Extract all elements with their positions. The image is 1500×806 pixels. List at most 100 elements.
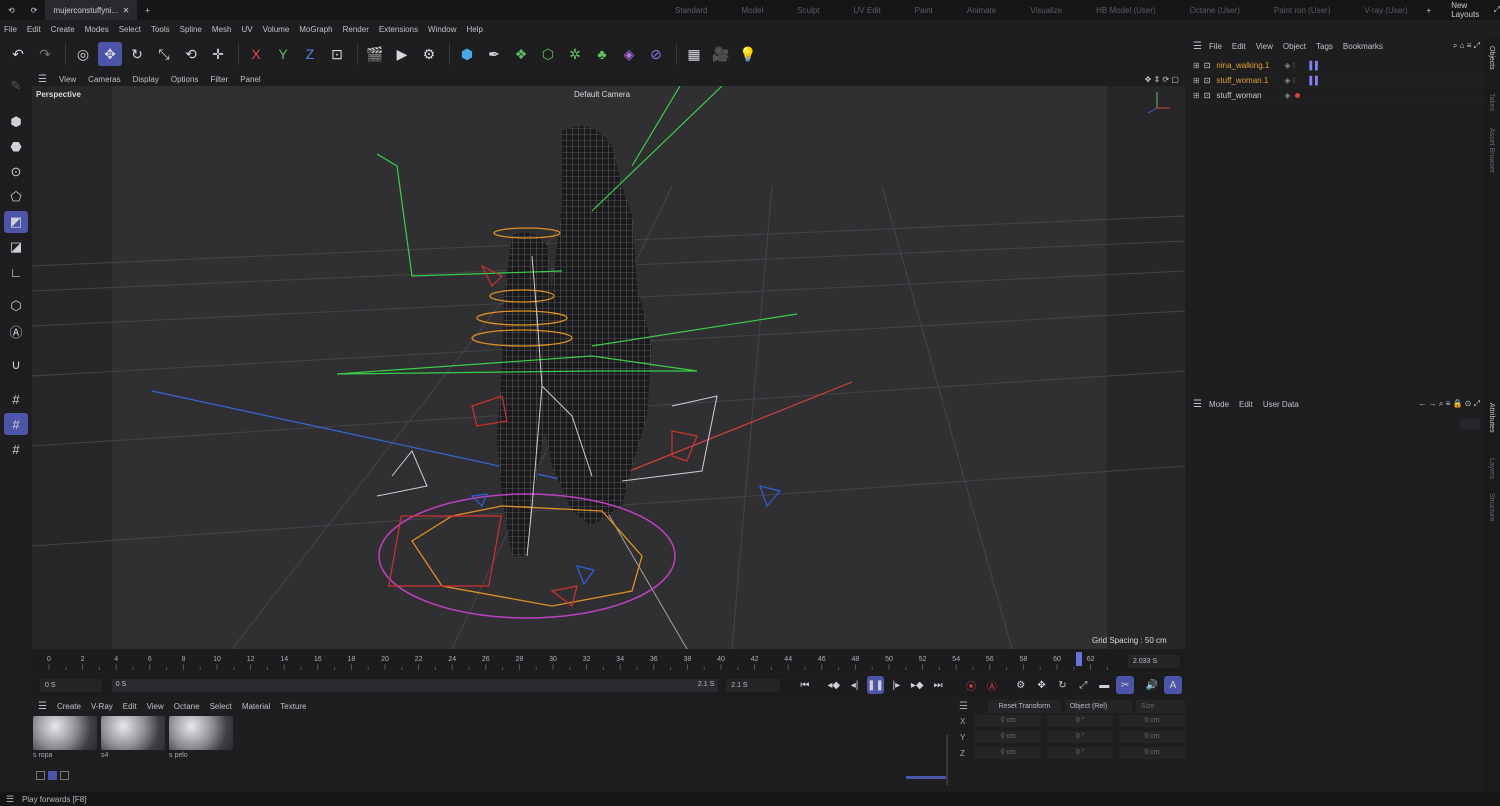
- visibility-icon[interactable]: ◈ ⁝: [1284, 76, 1295, 85]
- add-tab-icon[interactable]: +: [137, 0, 158, 20]
- attribute-menu-mode[interactable]: Mode: [1209, 400, 1229, 409]
- menu-mesh[interactable]: Mesh: [212, 25, 232, 34]
- menu-select[interactable]: Select: [119, 25, 141, 34]
- cube-icon[interactable]: ⬢: [455, 42, 479, 66]
- sound-icon[interactable]: 🔊: [1143, 676, 1161, 694]
- material-menu-vray[interactable]: V-Ray: [91, 702, 113, 711]
- material-menu-create[interactable]: Create: [57, 702, 81, 711]
- menu-spline[interactable]: Spline: [180, 25, 202, 34]
- camera-icon[interactable]: 🎥: [709, 42, 733, 66]
- attribute-nav-icons[interactable]: ← → ⌕ ≡ 🔒 ⊙ ⤢: [1418, 399, 1480, 409]
- viewport-menu-view[interactable]: View: [59, 75, 76, 84]
- scale-z-field[interactable]: 0 cm: [1119, 747, 1185, 759]
- object-menu-object[interactable]: Object: [1283, 42, 1306, 51]
- redo-icon[interactable]: ↷: [33, 42, 57, 66]
- viewport-menu-cameras[interactable]: Cameras: [88, 75, 120, 84]
- material-menu-view[interactable]: View: [147, 702, 164, 711]
- layout-tab[interactable]: Paint: [915, 6, 933, 15]
- menu-tools[interactable]: Tools: [151, 25, 170, 34]
- position-z-field[interactable]: 0 cm: [975, 747, 1042, 759]
- material-item[interactable]: s ropa: [33, 716, 101, 759]
- workplane-icon[interactable]: #: [4, 438, 28, 460]
- viewport-menu-filter[interactable]: Filter: [210, 75, 228, 84]
- snap-settings-icon[interactable]: #: [4, 413, 28, 435]
- x-axis-button[interactable]: X: [244, 42, 268, 66]
- menu-render[interactable]: Render: [343, 25, 369, 34]
- previous-frame-icon[interactable]: ◂|: [846, 676, 864, 694]
- side-tab-takes[interactable]: Takes: [1488, 93, 1495, 111]
- hamburger-icon[interactable]: ☰: [38, 74, 47, 85]
- object-menu-view[interactable]: View: [1256, 42, 1273, 51]
- side-tab-asset-browser[interactable]: Asset Browser: [1488, 128, 1495, 173]
- cloner-icon[interactable]: ✲: [563, 42, 587, 66]
- menu-window[interactable]: Window: [428, 25, 456, 34]
- record-keys-icon[interactable]: ⦿: [962, 676, 980, 694]
- attribute-toggle[interactable]: [1460, 418, 1480, 430]
- side-tab-objects[interactable]: Objects: [1488, 46, 1495, 70]
- viewport-menu-panel[interactable]: Panel: [240, 75, 260, 84]
- z-axis-button[interactable]: Z: [298, 42, 322, 66]
- side-tab-structure[interactable]: Structure: [1488, 493, 1495, 521]
- playback-mode-icon[interactable]: A: [1163, 676, 1182, 694]
- previous-key-icon[interactable]: ◂◆: [825, 676, 843, 694]
- key-rotation-icon[interactable]: ↻: [1054, 676, 1072, 694]
- y-axis-button[interactable]: Y: [271, 42, 295, 66]
- material-menu-select[interactable]: Select: [210, 702, 232, 711]
- live-selection-icon[interactable]: ◎: [71, 42, 95, 66]
- expand-icon[interactable]: ⤢: [1494, 5, 1500, 15]
- layout-tab[interactable]: UV Edit: [854, 6, 881, 15]
- render-view-icon[interactable]: 🎬: [363, 42, 387, 66]
- key-settings-icon[interactable]: ⚙: [1012, 676, 1030, 694]
- side-tab-attributes[interactable]: Attributes: [1488, 403, 1495, 433]
- object-panel-icons[interactable]: ⌕ ⌂ ≡ ⤢: [1453, 41, 1480, 51]
- hamburger-icon[interactable]: ☰: [38, 701, 47, 712]
- snap-icon[interactable]: #: [4, 388, 28, 410]
- rotation-z-field[interactable]: 0 °: [1047, 747, 1114, 759]
- object-row[interactable]: ⊞ ⊡ nina_walking.1 ◈ ⁝ ▌▌: [1187, 58, 1484, 73]
- reset-transform-button[interactable]: Reset Transform: [987, 699, 1061, 713]
- polygons-mode-icon[interactable]: ◩: [4, 211, 28, 233]
- edges-mode-icon[interactable]: ⬠: [4, 186, 28, 208]
- object-menu-tags[interactable]: Tags: [1316, 42, 1333, 51]
- list-view-icon[interactable]: [36, 771, 45, 780]
- end-time-field[interactable]: 2.1 S: [726, 678, 780, 692]
- sculpt-icon[interactable]: Ⓐ: [4, 320, 28, 342]
- attribute-menu-edit[interactable]: Edit: [1239, 400, 1253, 409]
- viewport-nav-icons[interactable]: ✥ ⇕ ⟳ ▢: [1145, 75, 1179, 84]
- visibility-icon[interactable]: ◈ ⁝: [1284, 61, 1295, 70]
- menu-uv[interactable]: UV: [241, 25, 252, 34]
- object-menu-edit[interactable]: Edit: [1232, 42, 1246, 51]
- menu-file[interactable]: File: [4, 25, 17, 34]
- scale-icon[interactable]: ⤡: [152, 42, 176, 66]
- expand-icon[interactable]: ⊞: [1193, 91, 1200, 100]
- material-preview[interactable]: [101, 716, 165, 750]
- material-menu-edit[interactable]: Edit: [123, 702, 137, 711]
- material-item[interactable]: s4: [101, 716, 169, 759]
- render-settings-icon[interactable]: ⚙: [417, 42, 441, 66]
- layout-tab[interactable]: Model: [741, 6, 763, 15]
- object-row[interactable]: ⊞ ⊡ stuff_woman.1 ◈ ⁝ ▌▌: [1187, 73, 1484, 88]
- new-layouts-button[interactable]: New Layouts: [1451, 1, 1479, 19]
- menu-mograph[interactable]: MoGraph: [299, 25, 332, 34]
- attribute-menu-userdata[interactable]: User Data: [1263, 400, 1299, 409]
- file-tab[interactable]: mujerconstuffyni... ✕: [45, 0, 138, 20]
- viewport[interactable]: Perspective Default Camera Grid Spacing …: [32, 86, 1185, 649]
- tag-icon[interactable]: ▌▌: [1309, 61, 1320, 70]
- go-to-start-icon[interactable]: ⏮: [796, 676, 814, 694]
- layout-tab[interactable]: Octane (User): [1190, 6, 1240, 15]
- size-mode-select[interactable]: Size: [1135, 699, 1185, 713]
- object-row[interactable]: ⊞ ⊡ stuff_woman ◈: [1187, 88, 1484, 103]
- rotation-x-field[interactable]: 0 °: [1047, 715, 1114, 727]
- hamburger-icon[interactable]: ☰: [6, 794, 14, 805]
- object-menu-file[interactable]: File: [1209, 42, 1222, 51]
- tag-icon[interactable]: ▌▌: [1309, 76, 1320, 85]
- start-time-field[interactable]: 0 S: [40, 678, 102, 692]
- uv-mode-icon[interactable]: ◪: [4, 236, 28, 258]
- playhead[interactable]: [1076, 652, 1082, 666]
- menu-create[interactable]: Create: [51, 25, 75, 34]
- side-tab-layers[interactable]: Layers: [1488, 458, 1495, 479]
- undo-icon[interactable]: ↶: [6, 42, 30, 66]
- preview-range-slider[interactable]: 0 S 2.1 S: [111, 678, 719, 692]
- rotation-y-field[interactable]: 0 °: [1047, 731, 1114, 743]
- layout-tab[interactable]: HB Model (User): [1096, 6, 1156, 15]
